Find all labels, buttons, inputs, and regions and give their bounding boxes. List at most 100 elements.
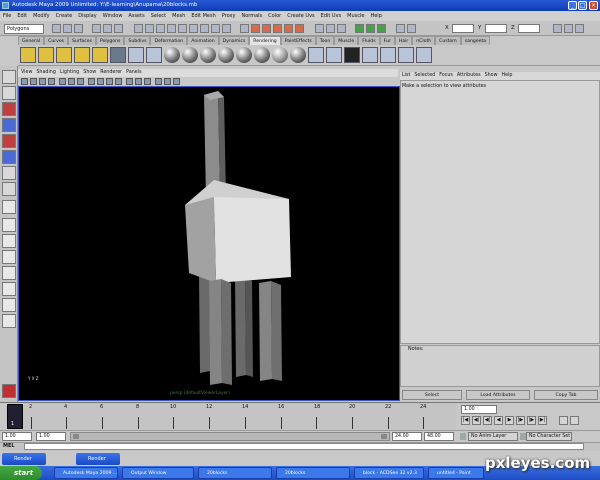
shader-blinn-icon[interactable]	[182, 47, 198, 63]
shelf-tab-custom[interactable]: Custom	[435, 36, 461, 45]
pick-misc-icon[interactable]	[222, 24, 231, 33]
outliner-layout-icon[interactable]	[2, 282, 16, 296]
auto-key-icon[interactable]	[559, 416, 568, 425]
panel-menu-show[interactable]: Show	[83, 69, 96, 77]
shader-anisotropic-icon[interactable]	[236, 47, 252, 63]
taskbar-item-acdsee[interactable]: block - ACDSee 32 v2.3	[354, 467, 424, 479]
shader-surface-icon[interactable]	[290, 47, 306, 63]
play-forward-icon[interactable]: ▶	[505, 416, 514, 425]
attr-menu-attributes[interactable]: Attributes	[457, 72, 481, 80]
shelf-tab-painteffects[interactable]: PaintEffects	[280, 36, 316, 45]
shelf-tab-deformation[interactable]: Deformation	[150, 36, 188, 45]
shelf-tab-general[interactable]: General	[18, 36, 45, 45]
pick-joints-icon[interactable]	[156, 24, 165, 33]
render-layer-icon[interactable]	[398, 47, 414, 63]
xray-icon[interactable]	[115, 78, 122, 85]
menu-assets[interactable]: Assets	[128, 11, 144, 21]
ipr-render-icon[interactable]	[355, 24, 364, 33]
minimize-icon[interactable]: _	[568, 1, 577, 10]
menu-help[interactable]: Help	[370, 11, 381, 21]
close-icon[interactable]: ×	[589, 1, 598, 10]
timeline-ruler[interactable]: 2 4 6 8 10 12 14 16 18 20 22 24	[24, 403, 456, 429]
menu-create[interactable]: Create	[56, 11, 73, 21]
batch-render-icon[interactable]	[362, 47, 378, 63]
attribute-editor-toggle-icon[interactable]	[553, 24, 562, 33]
shelf-tab-fluids[interactable]: Fluids	[358, 36, 380, 45]
menu-set-dropdown[interactable]: Polygons	[4, 24, 44, 34]
menu-mesh[interactable]: Mesh	[172, 11, 185, 21]
taskbar-item-20blocks-folder[interactable]: 20blocks	[198, 467, 272, 479]
channel-box-toggle-icon[interactable]	[575, 24, 584, 33]
x-field[interactable]	[452, 24, 474, 33]
ipr-shelf-icon[interactable]	[326, 47, 342, 63]
menu-muscle[interactable]: Muscle	[347, 11, 364, 21]
playback-end-field[interactable]: 24.00	[392, 432, 422, 441]
shelf-tab-hair[interactable]: Hair	[394, 36, 413, 45]
minimized-render-window-1[interactable]: Render	[2, 453, 46, 465]
render-settings-icon[interactable]	[366, 24, 375, 33]
taskbar-item-maya[interactable]: Autodesk Maya 2009 ...	[54, 467, 118, 479]
film-gate-icon[interactable]	[68, 78, 75, 85]
light-point-icon[interactable]	[38, 47, 54, 63]
current-frame-marker[interactable]: 1	[7, 404, 23, 429]
snap-plane-icon[interactable]	[284, 24, 293, 33]
menu-modify[interactable]: Modify	[33, 11, 50, 21]
lock-selection-icon[interactable]	[240, 24, 249, 33]
panel-menu-shading[interactable]: Shading	[36, 69, 56, 77]
light-volume-icon[interactable]	[92, 47, 108, 63]
wireframe-icon[interactable]	[88, 78, 95, 85]
attr-menu-focus[interactable]: Focus	[439, 72, 453, 80]
menu-window[interactable]: Window	[103, 11, 123, 21]
paint-icon[interactable]	[416, 47, 432, 63]
range-slider[interactable]	[70, 432, 390, 441]
panel-menu-lighting[interactable]: Lighting	[60, 69, 79, 77]
last-tool-icon[interactable]	[2, 182, 16, 196]
menu-display[interactable]: Display	[78, 11, 96, 21]
graph-layout-icon[interactable]	[2, 298, 16, 312]
menu-edit[interactable]: Edit	[17, 11, 27, 21]
light-spot-icon[interactable]	[20, 47, 36, 63]
range-slider-handle-left[interactable]	[73, 434, 79, 439]
use-all-lights-icon[interactable]	[135, 78, 142, 85]
tool-settings-toggle-icon[interactable]	[564, 24, 573, 33]
shelf-tab-sangeeta[interactable]: sangeeta	[460, 36, 491, 45]
pick-rendering-icon[interactable]	[211, 24, 220, 33]
grid-toggle-icon[interactable]	[59, 78, 66, 85]
high-quality-icon[interactable]	[173, 78, 180, 85]
shelf-tab-toon[interactable]: Toon	[315, 36, 335, 45]
panel-menu-panels[interactable]: Panels	[126, 69, 141, 77]
script-editor-layout-icon[interactable]	[2, 314, 16, 328]
shelf-tab-fur[interactable]: Fur	[379, 36, 395, 45]
panel-menu-renderer[interactable]: Renderer	[100, 69, 122, 77]
hypershade-icon[interactable]	[377, 24, 386, 33]
y-field[interactable]	[485, 24, 507, 33]
start-button[interactable]: start	[0, 466, 42, 480]
range-slider-handle-right[interactable]	[381, 434, 387, 439]
textured-icon[interactable]	[126, 78, 133, 85]
step-back-key-icon[interactable]: ◀|	[472, 416, 481, 425]
menu-proxy[interactable]: Proxy	[222, 11, 236, 21]
step-forward-frame-icon[interactable]: |▶	[516, 416, 525, 425]
move-tool-icon[interactable]	[2, 118, 16, 132]
select-button[interactable]: Select	[402, 390, 462, 400]
current-time-field[interactable]: 1.00	[461, 405, 497, 414]
light-ambient-icon[interactable]	[74, 47, 90, 63]
playback-start-field[interactable]: 1.00	[36, 432, 66, 441]
snap-live-icon[interactable]	[295, 24, 304, 33]
hypershade-shelf-icon[interactable]	[146, 47, 162, 63]
snap-curve-icon[interactable]	[262, 24, 271, 33]
light-area-icon[interactable]	[56, 47, 72, 63]
xray-joints-icon[interactable]	[164, 78, 171, 85]
bookmark-icon[interactable]	[39, 78, 46, 85]
character-set-dropdown[interactable]: No Character Set	[526, 432, 572, 441]
camera-select-icon[interactable]	[21, 78, 28, 85]
shader-layered-icon[interactable]	[254, 47, 270, 63]
animation-preferences-icon[interactable]	[570, 416, 579, 425]
command-input[interactable]	[24, 443, 584, 450]
attr-menu-list[interactable]: List	[402, 72, 410, 80]
shelf-tab-animation[interactable]: Animation	[187, 36, 219, 45]
shelf-tab-polygons[interactable]: Polygons	[95, 36, 125, 45]
pick-curves-icon[interactable]	[167, 24, 176, 33]
hypershade-layout-icon[interactable]	[2, 266, 16, 280]
taskbar-item-20blocks[interactable]: 20blocks	[276, 467, 350, 479]
